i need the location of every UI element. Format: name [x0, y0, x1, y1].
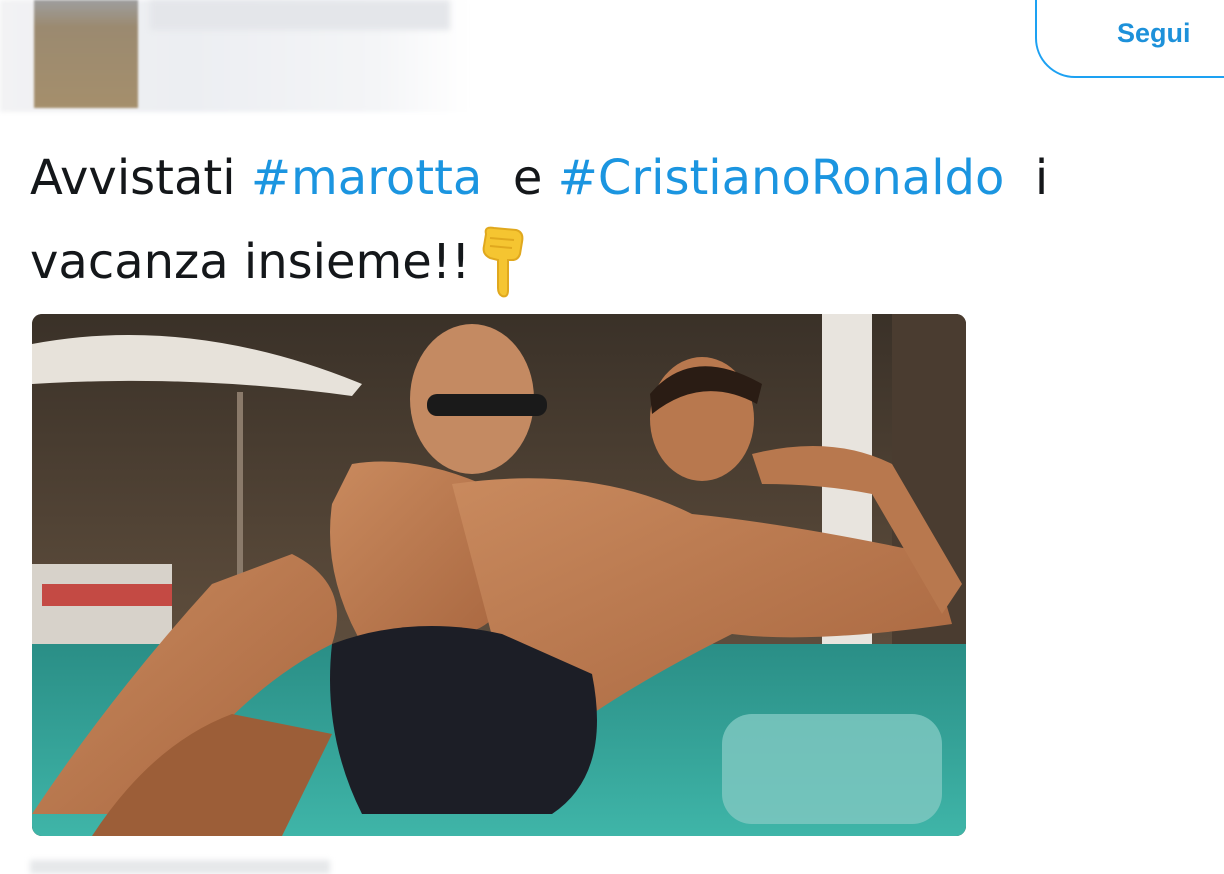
- tweet-text: Avvistati #marotta e #CristianoRonaldo i…: [30, 136, 1224, 304]
- author-name-redacted: [150, 0, 450, 30]
- tweet-line-1: Avvistati #marotta e #CristianoRonaldo i: [30, 136, 1224, 220]
- tweet-footer-redacted: [30, 860, 330, 874]
- photo-illustration: [32, 314, 966, 836]
- tweet-media-photo[interactable]: [32, 314, 966, 836]
- pointing-down-emoji-icon: [478, 224, 528, 298]
- tweet-text-segment: vacanza insieme!!: [30, 234, 471, 290]
- avatar[interactable]: [34, 0, 138, 108]
- follow-button[interactable]: Segui: [1035, 0, 1224, 78]
- hashtag-marotta[interactable]: #marotta: [251, 150, 483, 206]
- tweet-text-segment: i: [1004, 150, 1049, 206]
- tweet-line-2: vacanza insieme!!: [30, 220, 1224, 304]
- hashtag-cristianoronaldo[interactable]: #CristianoRonaldo: [558, 150, 1005, 206]
- tweet-text-segment: e: [482, 150, 558, 206]
- follow-button-label: Segui: [1117, 18, 1191, 48]
- tweet-text-segment: Avvistati: [30, 150, 251, 206]
